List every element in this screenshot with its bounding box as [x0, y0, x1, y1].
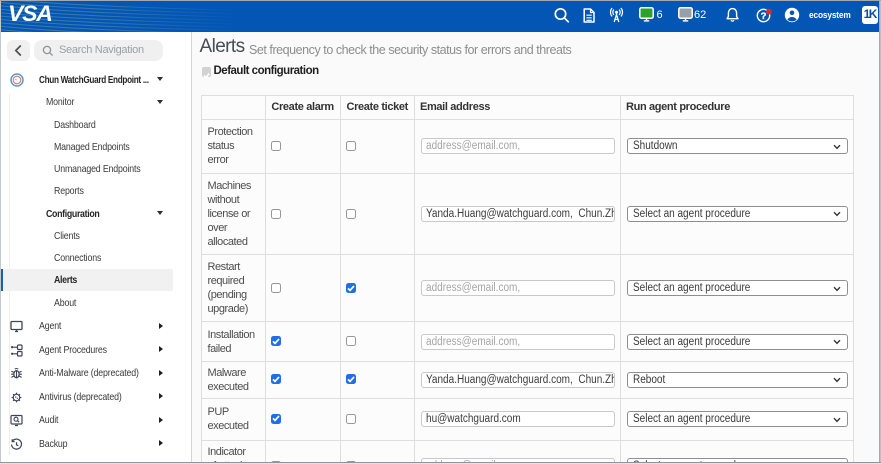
svg-text:?: ?	[761, 10, 767, 21]
